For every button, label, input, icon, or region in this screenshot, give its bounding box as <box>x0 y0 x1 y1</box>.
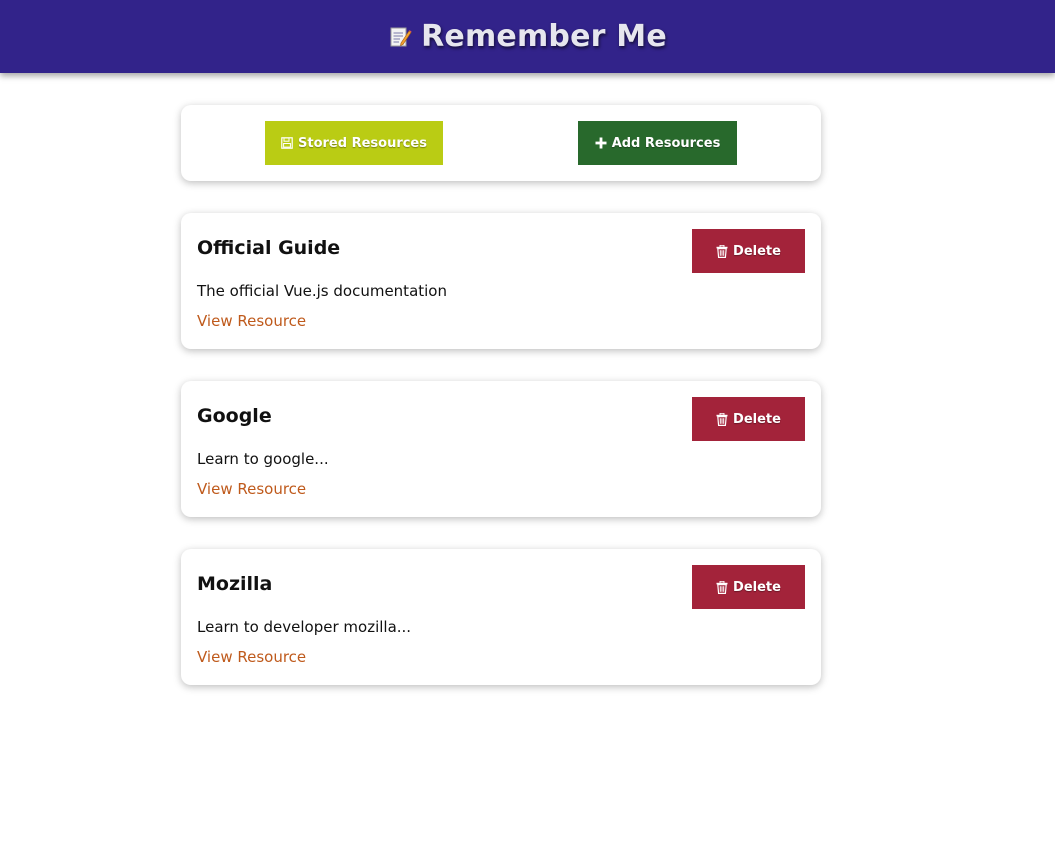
view-resource-link[interactable]: View Resource <box>197 312 306 330</box>
header-brand: Remember Me <box>388 19 667 54</box>
add-resources-button[interactable]: Add Resources <box>578 121 737 165</box>
delete-label: Delete <box>733 579 781 595</box>
trash-icon <box>716 244 728 258</box>
trash-icon <box>716 580 728 594</box>
add-resources-label: Add Resources <box>611 135 721 151</box>
view-resource-link[interactable]: View Resource <box>197 648 306 666</box>
resource-card: Official Guide Delete The official Vue.j… <box>181 213 821 349</box>
plus-icon <box>595 137 607 149</box>
view-resource-link[interactable]: View Resource <box>197 480 306 498</box>
nav-card: Stored Resources Add Resources <box>181 105 821 181</box>
resource-title: Official Guide <box>197 237 341 259</box>
resource-title: Google <box>197 405 272 427</box>
resource-description: Learn to google... <box>197 450 329 468</box>
delete-button[interactable]: Delete <box>692 397 805 441</box>
floppy-disk-icon <box>281 137 293 149</box>
app-header: Remember Me <box>0 0 1055 73</box>
delete-button[interactable]: Delete <box>692 565 805 609</box>
delete-label: Delete <box>733 243 781 259</box>
resource-card: Mozilla Delete Learn to developer mozill… <box>181 549 821 685</box>
resource-card: Google Delete Learn to google... View Re… <box>181 381 821 517</box>
resource-description: The official Vue.js documentation <box>197 282 447 300</box>
delete-button[interactable]: Delete <box>692 229 805 273</box>
stored-resources-button[interactable]: Stored Resources <box>265 121 443 165</box>
resource-title: Mozilla <box>197 573 273 595</box>
delete-label: Delete <box>733 411 781 427</box>
memo-icon <box>388 25 412 49</box>
stored-resources-label: Stored Resources <box>298 135 427 151</box>
app-title: Remember Me <box>421 19 667 54</box>
trash-icon <box>716 412 728 426</box>
resource-description: Learn to developer mozilla... <box>197 618 412 636</box>
